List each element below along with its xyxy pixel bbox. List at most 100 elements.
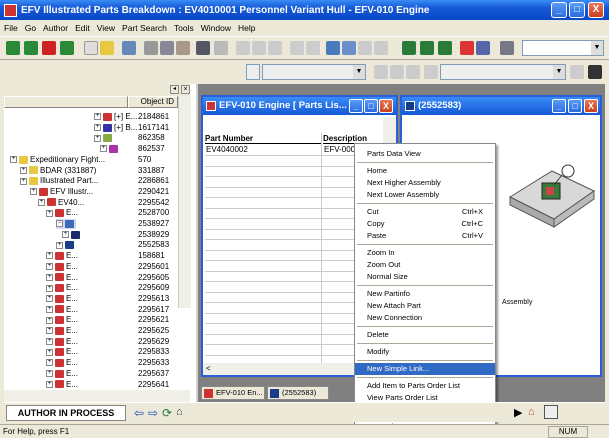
- tree-row[interactable]: + E...: [46, 283, 78, 293]
- tree-row[interactable]: +: [56, 240, 76, 250]
- view-tree-icon[interactable]: [420, 41, 434, 55]
- expand-icon[interactable]: +: [46, 338, 53, 346]
- context-menu-item[interactable]: Next Higher Assembly: [355, 177, 495, 189]
- context-menu-item[interactable]: Zoom In: [355, 247, 495, 259]
- underline-icon[interactable]: [268, 41, 282, 55]
- context-menu-item[interactable]: Delete: [355, 329, 495, 341]
- underline-icon[interactable]: [406, 65, 420, 79]
- tree-row[interactable]: + E...: [46, 305, 78, 315]
- tree-row[interactable]: + E...: [46, 294, 78, 304]
- image-maximize-button[interactable]: □: [568, 99, 582, 113]
- cut-icon[interactable]: [144, 41, 158, 55]
- tree-row[interactable]: + EV40...: [38, 198, 84, 208]
- expand-icon[interactable]: +: [94, 134, 101, 142]
- expand-icon[interactable]: +: [46, 348, 53, 356]
- expand-icon[interactable]: +: [46, 316, 53, 324]
- expand-icon[interactable]: +: [30, 188, 37, 196]
- menu-help[interactable]: Help: [238, 23, 255, 33]
- numbering-icon[interactable]: [306, 41, 320, 55]
- image-minimize-button[interactable]: _: [552, 99, 566, 113]
- expand-icon[interactable]: +: [46, 263, 53, 271]
- context-menu-item[interactable]: Paste Ctrl+V: [355, 230, 495, 242]
- tree-row[interactable]: + E...: [46, 273, 78, 283]
- find-icon[interactable]: [342, 41, 356, 55]
- grid-icon[interactable]: [544, 405, 558, 419]
- print-icon[interactable]: [196, 41, 210, 55]
- tree-row[interactable]: +: [94, 133, 114, 143]
- expand-icon[interactable]: −: [56, 220, 63, 228]
- expand-icon[interactable]: +: [20, 177, 27, 185]
- link-icon[interactable]: [326, 41, 340, 55]
- home-icon[interactable]: ⌂: [176, 406, 183, 418]
- tree-row[interactable]: +: [100, 144, 120, 154]
- context-menu-item[interactable]: Add Item to Parts Order List: [355, 380, 495, 392]
- bullets-icon[interactable]: [290, 41, 304, 55]
- tree-row[interactable]: + E...: [46, 208, 78, 218]
- context-menu-item[interactable]: Normal Size: [355, 271, 495, 283]
- image-close-button[interactable]: X: [584, 99, 598, 113]
- help-icon[interactable]: [460, 41, 474, 55]
- minimize-button[interactable]: _: [551, 2, 567, 18]
- engine-illustration[interactable]: [502, 157, 598, 231]
- tree-row[interactable]: + [+] B...: [94, 123, 137, 133]
- toolbar-combo[interactable]: ▼: [522, 40, 604, 56]
- cell-part-number[interactable]: EV4040002: [206, 145, 248, 155]
- menu-go[interactable]: Go: [25, 23, 36, 33]
- context-menu-item[interactable]: New Partinfo: [355, 288, 495, 300]
- parts-close-button[interactable]: X: [379, 99, 393, 113]
- style-icon[interactable]: [246, 64, 260, 80]
- menu-edit[interactable]: Edit: [75, 23, 90, 33]
- image-titlebar[interactable]: (2552583) _ □ X: [402, 97, 600, 115]
- menu-window[interactable]: Window: [201, 23, 231, 33]
- chevron-down-icon[interactable]: ▼: [591, 41, 603, 55]
- expand-icon[interactable]: +: [94, 113, 101, 121]
- expand-icon[interactable]: +: [10, 156, 17, 164]
- tree-vertical-scrollbar[interactable]: [178, 96, 191, 308]
- expand-icon[interactable]: +: [46, 380, 53, 388]
- sort-icon[interactable]: [358, 41, 372, 55]
- tree-row[interactable]: −: [56, 219, 76, 229]
- tree-row[interactable]: + E...: [46, 358, 78, 368]
- tree-column-name[interactable]: [4, 96, 128, 108]
- tree-row[interactable]: + [+] E...: [94, 112, 137, 122]
- house-icon[interactable]: ⌂: [528, 406, 535, 418]
- menu-part-search[interactable]: Part Search: [122, 23, 167, 33]
- italic-icon[interactable]: [252, 41, 266, 55]
- tree-row[interactable]: + Expeditionary Fight...: [10, 155, 105, 165]
- tree-column-object-id[interactable]: Object ID: [128, 96, 178, 108]
- tree-row[interactable]: + E...: [46, 315, 78, 325]
- view-grid-icon[interactable]: [402, 41, 416, 55]
- font-combo[interactable]: ▼: [262, 64, 366, 80]
- bold-icon[interactable]: [236, 41, 250, 55]
- copy-icon[interactable]: [160, 41, 174, 55]
- align-icon[interactable]: [374, 41, 388, 55]
- context-menu-item[interactable]: Parts Data View: [355, 148, 495, 160]
- expand-icon[interactable]: +: [62, 231, 69, 239]
- delete-icon[interactable]: [42, 41, 56, 55]
- menu-view[interactable]: View: [97, 23, 115, 33]
- context-help-icon[interactable]: [476, 41, 490, 55]
- tree-row[interactable]: + E...: [46, 369, 78, 379]
- tree-row[interactable]: + E...: [46, 347, 78, 357]
- tools-icon[interactable]: [500, 41, 514, 55]
- maximize-button[interactable]: □: [569, 2, 585, 18]
- expand-icon[interactable]: +: [46, 295, 53, 303]
- view-image-icon[interactable]: [438, 41, 452, 55]
- save-icon[interactable]: [122, 41, 136, 55]
- context-menu-item[interactable]: Next Lower Assembly: [355, 189, 495, 201]
- preview-icon[interactable]: [214, 41, 228, 55]
- size-combo[interactable]: ▼: [440, 64, 566, 80]
- binoculars-icon[interactable]: [588, 65, 602, 79]
- chevron-down-icon[interactable]: ▼: [553, 65, 565, 79]
- task-tab-image[interactable]: (2552583): [267, 386, 329, 400]
- move-icon[interactable]: [60, 41, 74, 55]
- context-menu-item[interactable]: Home: [355, 165, 495, 177]
- expand-icon[interactable]: +: [100, 145, 107, 153]
- tree-row[interactable]: + Illustrated Part...: [20, 176, 98, 186]
- context-menu-item[interactable]: Copy Ctrl+C: [355, 218, 495, 230]
- add-assembly-icon[interactable]: [6, 41, 20, 55]
- expand-icon[interactable]: +: [46, 252, 53, 260]
- expand-icon[interactable]: +: [46, 370, 53, 378]
- expand-icon[interactable]: +: [20, 166, 27, 174]
- tree-row[interactable]: + E...: [46, 326, 78, 336]
